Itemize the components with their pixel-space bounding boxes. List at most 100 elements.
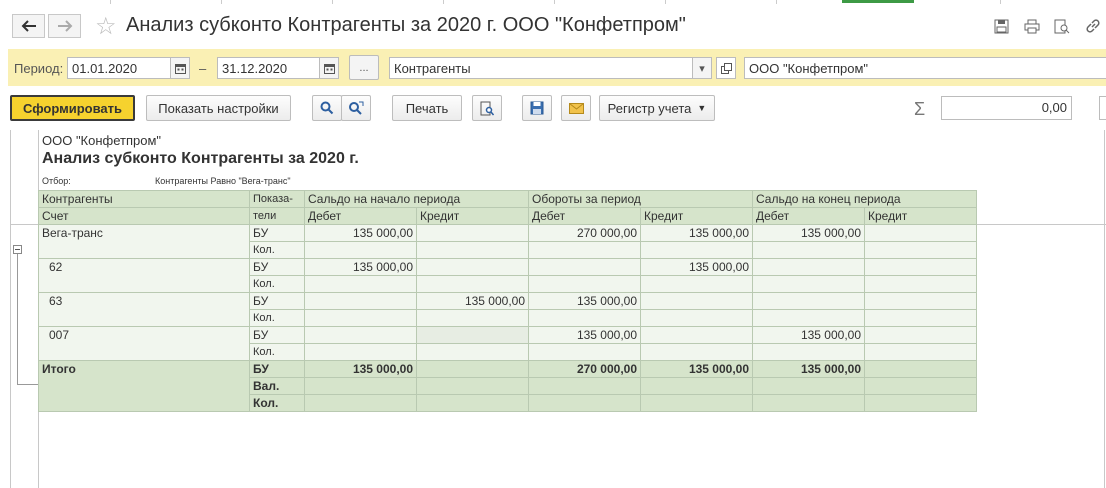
subconto-open-button[interactable]	[716, 57, 736, 79]
print-icon[interactable]	[1022, 16, 1042, 36]
group-tree-end	[17, 384, 39, 385]
search-refresh-icon	[349, 101, 364, 115]
total-opening-credit[interactable]	[416, 360, 529, 378]
cell-opening-credit[interactable]	[416, 224, 529, 242]
cell-closing-credit[interactable]	[864, 224, 977, 242]
report-left-border	[10, 130, 11, 488]
print-preview-button[interactable]	[472, 95, 502, 121]
subconto-field[interactable]: Контрагенты	[389, 57, 693, 79]
row-indicator: БУ	[249, 292, 305, 310]
group-tree-line	[17, 254, 18, 384]
row-name[interactable]: Вега-транс	[38, 224, 250, 259]
row-name[interactable]: 62	[38, 258, 250, 293]
arrow-left-icon	[21, 20, 36, 32]
cell-opening-debit[interactable]	[304, 292, 417, 310]
collapse-group-button[interactable]	[13, 245, 22, 254]
total-closing-credit[interactable]	[864, 360, 977, 378]
back-button[interactable]	[12, 14, 45, 38]
arrow-right-icon	[57, 20, 72, 32]
header-opening-credit: Кредит	[416, 207, 529, 225]
preview-icon[interactable]	[1052, 16, 1072, 36]
report-filter-value: Контрагенты Равно "Вега-транс"	[155, 176, 291, 186]
favorite-star-icon[interactable]: ☆	[95, 12, 117, 41]
sum-field: 0,00	[941, 96, 1072, 120]
header-closing-debit: Дебет	[752, 207, 865, 225]
cell-opening-debit[interactable]: 135 000,00	[304, 224, 417, 242]
window-tab-strip	[0, 0, 1106, 5]
cell-turnover-credit[interactable]: 135 000,00	[640, 258, 753, 276]
header-indicator-bottom: тели	[249, 207, 305, 225]
total-turnover-debit[interactable]: 270 000,00	[528, 360, 641, 378]
row-indicator: БУ	[249, 258, 305, 276]
clear-search-button[interactable]	[341, 95, 371, 121]
total-indicator: Кол.	[249, 394, 305, 412]
cell-closing-credit[interactable]	[864, 292, 977, 310]
cell-opening-debit[interactable]	[304, 326, 417, 344]
row-name[interactable]: 63	[38, 292, 250, 327]
period-select-button[interactable]: ...	[349, 55, 379, 80]
cell-opening-credit[interactable]	[416, 258, 529, 276]
cell-closing-debit[interactable]: 135 000,00	[752, 224, 865, 242]
cell-closing-debit[interactable]	[752, 258, 865, 276]
cell-opening-debit[interactable]: 135 000,00	[304, 258, 417, 276]
calendar-to-button[interactable]	[319, 57, 339, 79]
cell-turnover-credit[interactable]	[640, 292, 753, 310]
cell-turnover-debit[interactable]: 270 000,00	[528, 224, 641, 242]
cell-turnover-debit[interactable]: 135 000,00	[528, 326, 641, 344]
organization-field[interactable]: ООО "Конфетпром"	[744, 57, 1106, 79]
print-button[interactable]: Печать	[392, 95, 462, 121]
register-dropdown-button[interactable]: Регистр учета ▼	[599, 95, 715, 121]
header-closing-credit: Кредит	[864, 207, 977, 225]
search-icon	[320, 101, 334, 115]
header-closing-balance: Сальдо на конец периода	[752, 190, 977, 208]
sum-icon: Σ	[914, 99, 926, 119]
search-button[interactable]	[312, 95, 342, 121]
cell-closing-debit[interactable]	[752, 292, 865, 310]
active-tab-indicator	[842, 0, 914, 3]
show-settings-button[interactable]: Показать настройки	[146, 95, 291, 121]
total-closing-debit[interactable]: 135 000,00	[752, 360, 865, 378]
cell-closing-credit[interactable]	[864, 258, 977, 276]
total-turnover-credit[interactable]: 135 000,00	[640, 360, 753, 378]
cell-turnover-debit[interactable]	[528, 258, 641, 276]
total-label: Итого	[38, 360, 250, 412]
total-indicator: БУ	[249, 360, 305, 378]
row-indicator: Кол.	[249, 309, 305, 327]
open-form-icon	[720, 62, 732, 74]
send-email-button[interactable]	[561, 95, 591, 121]
header-opening-balance: Сальдо на начало периода	[304, 190, 529, 208]
header-indicator-top: Показа-	[249, 190, 305, 208]
save-icon[interactable]	[991, 16, 1011, 36]
forward-button[interactable]	[48, 14, 81, 38]
header-counterparty: Контрагенты	[38, 190, 250, 208]
cell-opening-credit[interactable]: 135 000,00	[416, 292, 529, 310]
table-row: 63 БУ 135 000,00 135 000,00	[38, 292, 977, 327]
report-organization: ООО "Конфетпром"	[42, 133, 162, 148]
chevron-down-icon: ▾	[699, 62, 705, 75]
total-row: Итого БУ 135 000,00 270 000,00 135 000,0…	[38, 360, 977, 412]
register-label: Регистр учета	[607, 100, 692, 116]
calendar-from-button[interactable]	[170, 57, 190, 79]
total-opening-debit[interactable]: 135 000,00	[304, 360, 417, 378]
link-icon[interactable]	[1083, 16, 1103, 36]
chevron-down-icon: ▼	[697, 103, 707, 113]
cell-turnover-debit[interactable]: 135 000,00	[528, 292, 641, 310]
cell-closing-credit[interactable]	[864, 326, 977, 344]
period-from-field[interactable]: 01.01.2020	[67, 57, 171, 79]
generate-button[interactable]: Сформировать	[10, 95, 135, 121]
cell-closing-debit[interactable]: 135 000,00	[752, 326, 865, 344]
cell-turnover-credit[interactable]: 135 000,00	[640, 224, 753, 242]
report-header-divider-left	[10, 224, 39, 225]
row-indicator: Кол.	[249, 343, 305, 361]
cell-turnover-credit[interactable]	[640, 326, 753, 344]
minus-icon	[15, 249, 20, 250]
report-header-divider-right	[976, 224, 1106, 225]
period-to-field[interactable]: 31.12.2020	[217, 57, 320, 79]
save-report-button[interactable]	[522, 95, 552, 121]
subconto-dropdown-button[interactable]: ▾	[692, 57, 712, 79]
row-name[interactable]: 007	[38, 326, 250, 361]
envelope-icon	[568, 102, 584, 114]
cell-opening-credit[interactable]	[416, 326, 529, 344]
report-filter-label: Отбор:	[42, 176, 71, 186]
next-field-edge	[1099, 96, 1106, 120]
